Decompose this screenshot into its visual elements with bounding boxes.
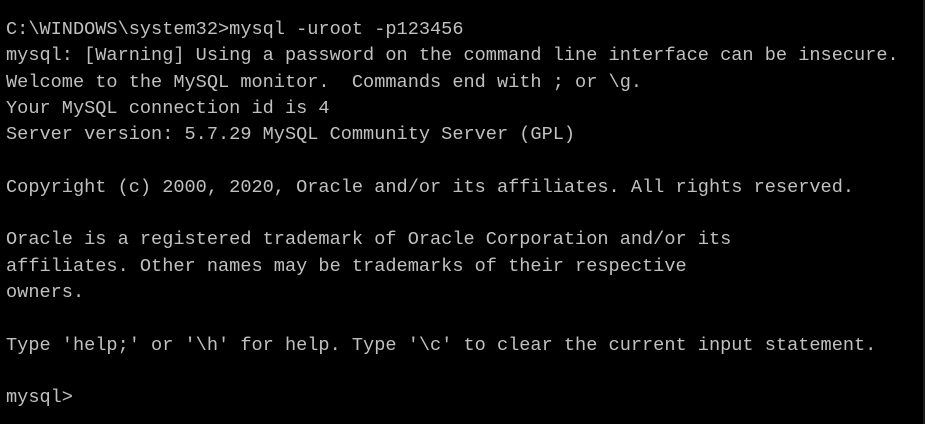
welcome-line: Welcome to the MySQL monitor. Commands e… [6, 71, 643, 93]
copyright-line: Copyright (c) 2000, 2020, Oracle and/or … [6, 176, 855, 198]
trademark-line-3: owners. [6, 281, 85, 303]
command-line: C:\WINDOWS\system32>mysql -uroot -p12345… [6, 19, 464, 40]
trademark-line-2: affiliates. Other names may be trademark… [6, 255, 687, 277]
trademark-line-1: Oracle is a registered trademark of Orac… [6, 229, 732, 251]
help-line: Type 'help;' or '\h' for help. Type '\c'… [6, 334, 877, 356]
connection-id-line: Your MySQL connection id is 4 [6, 97, 330, 119]
mysql-prompt[interactable]: mysql> [6, 385, 925, 411]
warning-line: mysql: [Warning] Using a password on the… [6, 45, 899, 67]
terminal-console[interactable]: C:\WINDOWS\system32>mysql -uroot -p12345… [0, 0, 925, 424]
server-version-line: Server version: 5.7.29 MySQL Community S… [6, 124, 576, 146]
